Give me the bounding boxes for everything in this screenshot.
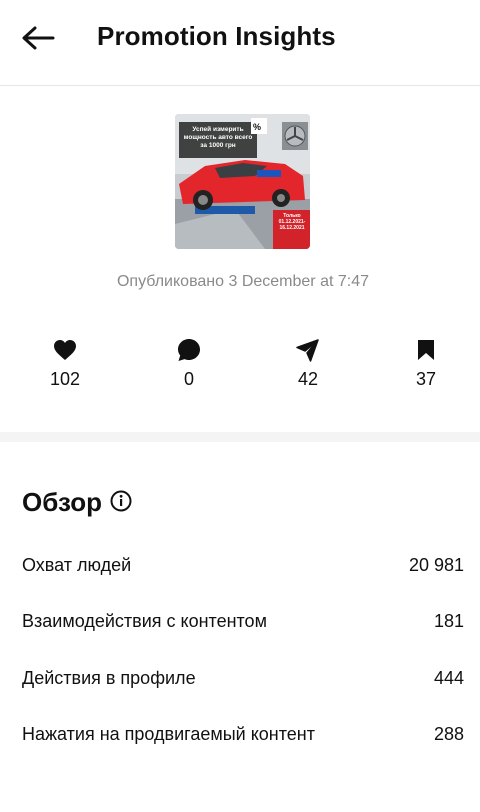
overview-row-reach: Охват людей 20 981 <box>22 550 464 580</box>
overview-title: Обзор <box>22 487 102 517</box>
saves-count: 37 <box>415 369 437 389</box>
row-label: Действия в профиле <box>22 667 196 688</box>
post-thumbnail[interactable]: % Успей измерить мощность авто всего за … <box>175 114 310 249</box>
likes-stat: 102 <box>25 336 105 391</box>
back-button[interactable] <box>18 18 58 58</box>
row-value: 288 <box>433 723 464 744</box>
row-value: 181 <box>433 610 464 631</box>
page-title: Promotion Insights <box>97 21 336 51</box>
heart-icon <box>54 340 76 360</box>
thumb-headline: Успей измерить мощность авто всего за 10… <box>183 126 253 149</box>
likes-count: 102 <box>49 369 81 389</box>
row-value: 444 <box>433 667 464 688</box>
overview-row-profile-actions: Действия в профиле 444 <box>22 663 464 693</box>
thumb-dates: Только 01.12.2021-16.12.2021 <box>278 213 306 231</box>
shares-count: 42 <box>297 369 319 389</box>
bookmark-icon <box>418 340 434 360</box>
arrow-left-icon <box>22 26 55 50</box>
comments-count: 0 <box>183 369 194 389</box>
row-label: Взаимодействия с контентом <box>22 610 267 631</box>
overview-row-engagement: Взаимодействия с контентом 181 <box>22 606 464 636</box>
saves-stat: 37 <box>386 336 466 391</box>
share-icon <box>296 339 319 362</box>
overview-row-promo-taps: Нажатия на продвигаемый контент 288 <box>22 719 464 749</box>
top-bar: Promotion Insights <box>0 0 480 86</box>
published-date: Опубликовано 3 December at 7:47 <box>116 273 369 290</box>
comment-icon <box>178 339 200 361</box>
row-label: Нажатия на продвигаемый контент <box>22 723 315 744</box>
row-value: 20 981 <box>408 554 464 575</box>
svg-text:%: % <box>253 122 261 132</box>
shares-stat: 42 <box>268 336 348 391</box>
comments-stat: 0 <box>149 336 229 391</box>
info-icon[interactable] <box>110 490 132 512</box>
section-divider <box>0 432 480 442</box>
row-label: Охват людей <box>22 554 132 575</box>
